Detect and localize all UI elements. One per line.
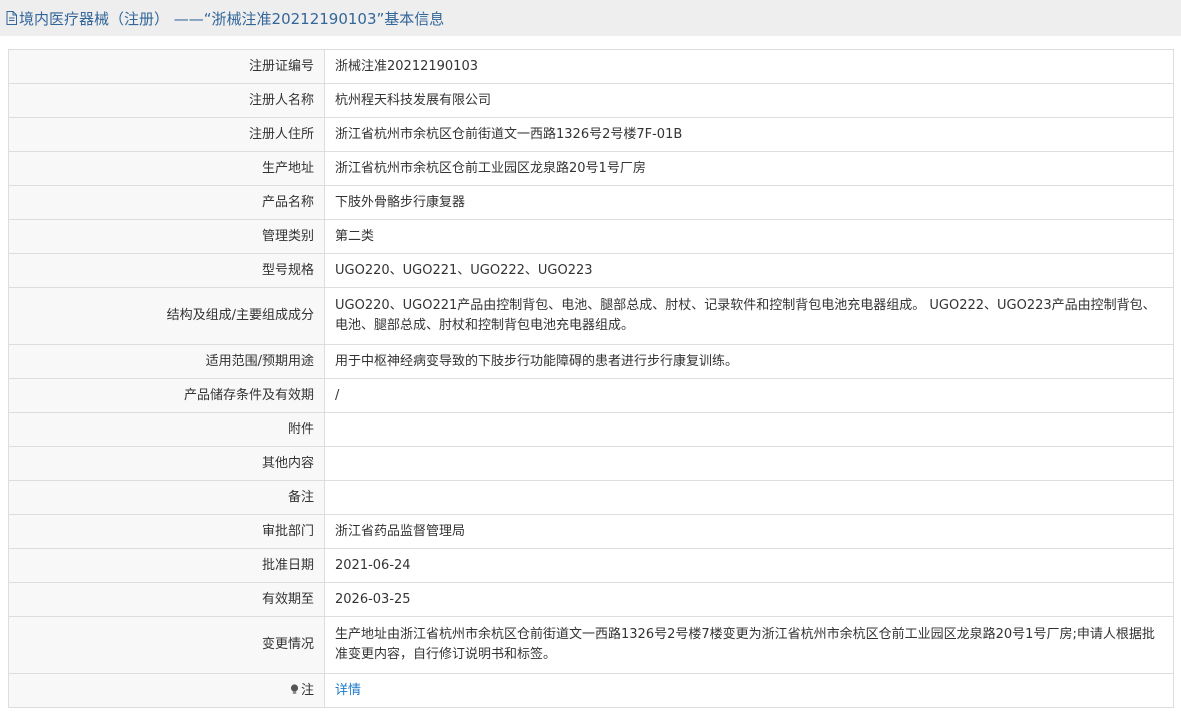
table-row: 生产地址 浙江省杭州市余杭区仓前工业园区龙泉路20号1号厂房	[8, 151, 1174, 186]
row-label: 注册人住所	[8, 117, 325, 152]
row-value: 浙江省药品监督管理局	[324, 514, 1174, 549]
row-label: 有效期至	[8, 582, 325, 617]
row-value: 2021-06-24	[324, 548, 1174, 583]
note-label: 注	[300, 682, 314, 698]
row-label: 注册证编号	[8, 49, 325, 84]
row-label: 附件	[8, 412, 325, 447]
table-row: 注册人名称 杭州程天科技发展有限公司	[8, 83, 1174, 118]
row-label: 型号规格	[8, 253, 325, 288]
note-value: 详情	[324, 673, 1174, 708]
row-value: 生产地址由浙江省杭州市余杭区仓前街道文一西路1326号2号楼7楼变更为浙江省杭州…	[324, 616, 1174, 674]
row-label: 备注	[8, 480, 325, 515]
row-label: 批准日期	[8, 548, 325, 583]
row-label: 管理类别	[8, 219, 325, 254]
row-value: 浙械注准20212190103	[324, 49, 1174, 84]
table-row: 注册证编号 浙械注准20212190103	[8, 49, 1174, 84]
detail-table: 注册证编号 浙械注准20212190103 注册人名称 杭州程天科技发展有限公司…	[8, 49, 1174, 708]
row-value: 2026-03-25	[324, 582, 1174, 617]
table-row: 审批部门 浙江省药品监督管理局	[8, 514, 1174, 549]
table-row: 附件	[8, 412, 1174, 447]
row-label: 审批部门	[8, 514, 325, 549]
page-header: 境内医疗器械（注册） ——“浙械注准20212190103”基本信息	[0, 0, 1181, 36]
table-row: 产品名称 下肢外骨骼步行康复器	[8, 185, 1174, 220]
row-label: 生产地址	[8, 151, 325, 186]
document-icon	[6, 11, 17, 25]
row-value: UGO220、UGO221、UGO222、UGO223	[324, 253, 1174, 288]
table-row: 注册人住所 浙江省杭州市余杭区仓前街道文一西路1326号2号楼7F-01B	[8, 117, 1174, 152]
note-row: 注 详情	[8, 673, 1174, 708]
details-link[interactable]: 详情	[335, 683, 361, 698]
row-value: 杭州程天科技发展有限公司	[324, 83, 1174, 118]
note-label-cell: 注	[8, 673, 325, 708]
row-label: 适用范围/预期用途	[8, 344, 325, 379]
row-label: 变更情况	[8, 616, 325, 674]
row-value	[324, 446, 1174, 481]
row-value: 浙江省杭州市余杭区仓前街道文一西路1326号2号楼7F-01B	[324, 117, 1174, 152]
row-value	[324, 480, 1174, 515]
lightbulb-icon	[290, 682, 299, 694]
page-title: 境内医疗器械（注册） ——“浙械注准20212190103”基本信息	[19, 9, 445, 28]
table-row: 结构及组成/主要组成成分 UGO220、UGO221产品由控制背包、电池、腿部总…	[8, 287, 1174, 345]
row-value: UGO220、UGO221产品由控制背包、电池、腿部总成、肘杖、记录软件和控制背…	[324, 287, 1174, 345]
row-value: 用于中枢神经病变导致的下肢步行功能障碍的患者进行步行康复训练。	[324, 344, 1174, 379]
table-row: 变更情况 生产地址由浙江省杭州市余杭区仓前街道文一西路1326号2号楼7楼变更为…	[8, 616, 1174, 674]
table-row: 有效期至 2026-03-25	[8, 582, 1174, 617]
row-label: 产品储存条件及有效期	[8, 378, 325, 413]
row-label: 产品名称	[8, 185, 325, 220]
row-value: 下肢外骨骼步行康复器	[324, 185, 1174, 220]
row-value	[324, 412, 1174, 447]
table-row: 管理类别 第二类	[8, 219, 1174, 254]
row-label: 结构及组成/主要组成成分	[8, 287, 325, 345]
row-value: 浙江省杭州市余杭区仓前工业园区龙泉路20号1号厂房	[324, 151, 1174, 186]
table-row: 型号规格 UGO220、UGO221、UGO222、UGO223	[8, 253, 1174, 288]
row-value: /	[324, 378, 1174, 413]
table-row: 其他内容	[8, 446, 1174, 481]
table-row: 备注	[8, 480, 1174, 515]
row-label: 注册人名称	[8, 83, 325, 118]
detail-container: 注册证编号 浙械注准20212190103 注册人名称 杭州程天科技发展有限公司…	[0, 36, 1181, 708]
row-value: 第二类	[324, 219, 1174, 254]
table-row: 产品储存条件及有效期 /	[8, 378, 1174, 413]
table-row: 适用范围/预期用途 用于中枢神经病变导致的下肢步行功能障碍的患者进行步行康复训练…	[8, 344, 1174, 379]
row-label: 其他内容	[8, 446, 325, 481]
table-row: 批准日期 2021-06-24	[8, 548, 1174, 583]
